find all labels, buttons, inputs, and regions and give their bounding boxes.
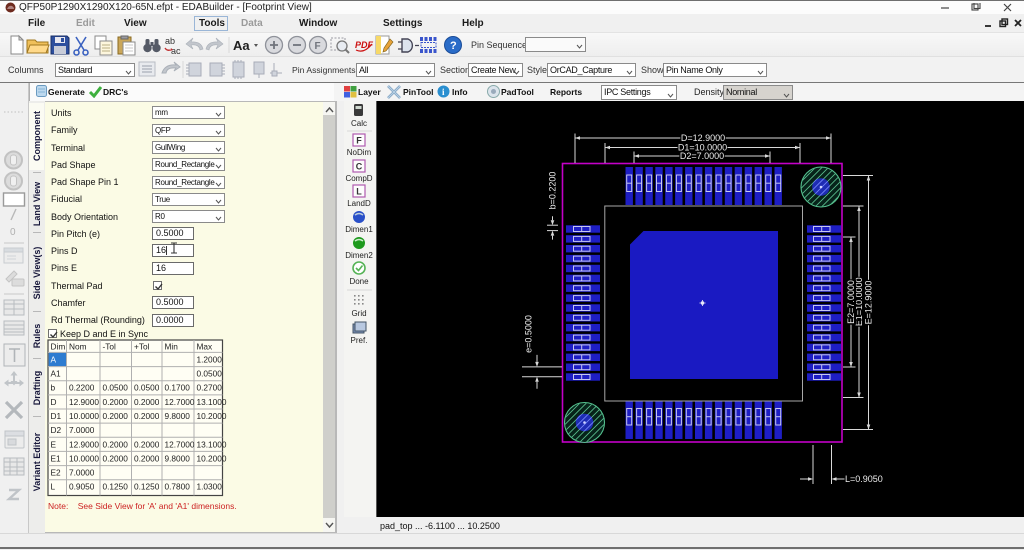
svg-text:1.2000: 1.2000 [197, 354, 223, 364]
svg-text:0.0500: 0.0500 [197, 369, 223, 379]
svg-text:0.1250: 0.1250 [103, 482, 129, 492]
svg-text:L: L [356, 187, 362, 197]
svg-text:E2: E2 [51, 468, 62, 478]
svg-text:9.8000: 9.8000 [165, 453, 191, 463]
svg-text:D1: D1 [51, 411, 62, 421]
svg-text:0.2000: 0.2000 [103, 453, 129, 463]
svg-text:10.0000: 10.0000 [69, 411, 99, 421]
svg-text:E1: E1 [51, 453, 62, 463]
svg-text:12.7000: 12.7000 [165, 397, 195, 407]
svg-text:13.1000: 13.1000 [197, 439, 227, 449]
svg-text:F: F [356, 136, 362, 146]
svg-text:-Tol: -Tol [103, 342, 117, 352]
svg-text:D=12.9000: D=12.9000 [681, 133, 725, 143]
svg-text:0.2000: 0.2000 [134, 453, 160, 463]
svg-text:0.1700: 0.1700 [165, 383, 191, 393]
svg-text:D2: D2 [51, 425, 62, 435]
svg-text:Dimen2: Dimen2 [345, 251, 373, 260]
svg-text:7.0000: 7.0000 [69, 468, 95, 478]
svg-text:D: D [51, 397, 57, 407]
svg-text:0.1250: 0.1250 [134, 482, 160, 492]
svg-text:A1: A1 [51, 369, 62, 379]
svg-text:Dim: Dim [51, 342, 66, 352]
svg-text:?: ? [450, 40, 457, 52]
svg-text:0.2000: 0.2000 [103, 411, 129, 421]
svg-text:b: b [51, 383, 56, 393]
svg-text:A: A [51, 354, 57, 364]
svg-text:0.2700: 0.2700 [197, 383, 223, 393]
svg-text:0.2000: 0.2000 [134, 439, 160, 449]
svg-text:0.0500: 0.0500 [103, 383, 129, 393]
svg-text:E: E [51, 439, 57, 449]
svg-text:13.1000: 13.1000 [197, 397, 227, 407]
svg-text:Min: Min [165, 342, 179, 352]
svg-text:10.2000: 10.2000 [197, 453, 227, 463]
svg-text:Dimen1: Dimen1 [345, 225, 373, 234]
svg-text:10.2000: 10.2000 [197, 411, 227, 421]
svg-text:C: C [356, 162, 363, 172]
svg-text:L=0.9050: L=0.9050 [845, 474, 883, 484]
svg-text:Calc: Calc [351, 119, 367, 128]
svg-text:L: L [51, 482, 56, 492]
svg-text:+Tol: +Tol [134, 342, 150, 352]
svg-text:CompD: CompD [345, 174, 372, 183]
svg-text:E=12.9000: E=12.9000 [864, 281, 874, 325]
svg-text:NoDim: NoDim [347, 148, 372, 157]
svg-text:0.2000: 0.2000 [103, 439, 129, 449]
svg-text:D2=7.0000: D2=7.0000 [680, 151, 724, 161]
svg-text:e=0.5000: e=0.5000 [524, 315, 534, 353]
svg-text:0.2200: 0.2200 [69, 383, 95, 393]
svg-text:12.9000: 12.9000 [69, 397, 99, 407]
svg-text:LandD: LandD [347, 199, 371, 208]
svg-text:12.7000: 12.7000 [165, 439, 195, 449]
svg-text:Done: Done [349, 277, 369, 286]
svg-text:0.2000: 0.2000 [103, 397, 129, 407]
svg-text:Nom: Nom [69, 342, 87, 352]
svg-text:0.7800: 0.7800 [165, 482, 191, 492]
svg-text:12.9000: 12.9000 [69, 439, 99, 449]
svg-text:0.0500: 0.0500 [134, 383, 160, 393]
svg-text:0.2000: 0.2000 [134, 411, 160, 421]
svg-text:Max: Max [197, 342, 214, 352]
svg-text:0.2000: 0.2000 [134, 397, 160, 407]
svg-text:E2=7.0000: E2=7.0000 [846, 280, 856, 324]
svg-text:1.0300: 1.0300 [197, 482, 223, 492]
svg-text:0.9050: 0.9050 [69, 482, 95, 492]
svg-text:Pref.: Pref. [351, 336, 368, 345]
svg-text:10.0000: 10.0000 [69, 453, 99, 463]
svg-text:Grid: Grid [351, 309, 366, 318]
svg-text:b=0.2200: b=0.2200 [548, 172, 558, 210]
svg-text:9.8000: 9.8000 [165, 411, 191, 421]
svg-text:7.0000: 7.0000 [69, 425, 95, 435]
